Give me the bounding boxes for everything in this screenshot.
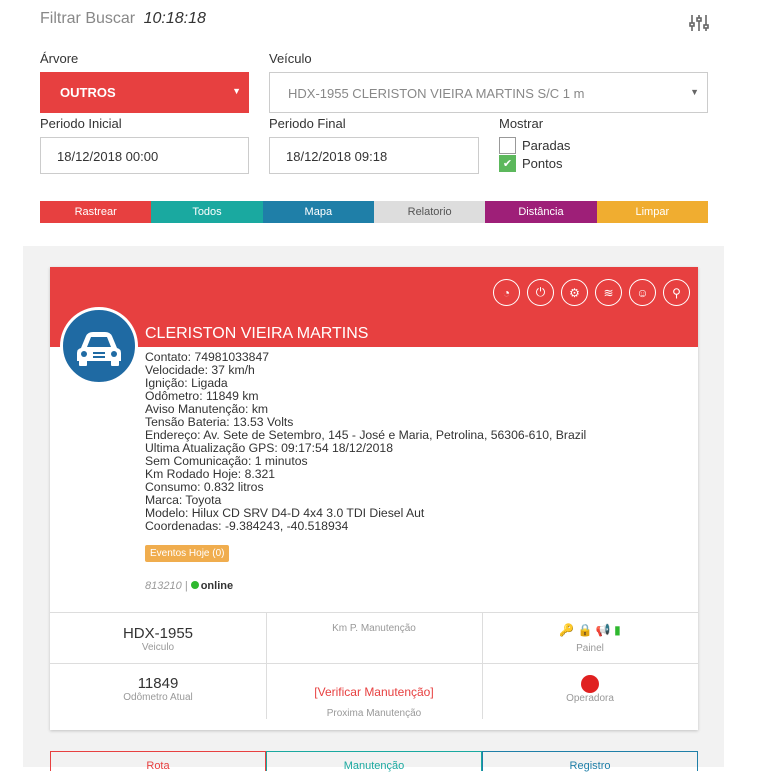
tab-registro[interactable]: Registro: [482, 751, 698, 772]
arvore-label: Árvore: [40, 51, 79, 66]
operator-cell: Operadora: [482, 675, 698, 704]
periodo-inicial-label: Periodo Inicial: [40, 116, 122, 131]
battery-icon: ▮: [614, 623, 621, 637]
tab-rota[interactable]: Rota: [50, 751, 266, 772]
veiculo-value: HDX-1955 CLERISTON VIEIRA MARTINS S/C 1 …: [288, 86, 585, 101]
periodo-inicial-input[interactable]: 18/12/2018 00:00: [40, 137, 249, 174]
divider: [266, 613, 267, 663]
dropdown-arrow-icon: ▼: [690, 87, 699, 97]
vehicle-avatar: [60, 307, 138, 385]
tab-manutencao[interactable]: Manutenção: [266, 751, 482, 772]
veiculo-label: Veículo: [269, 51, 312, 66]
limpar-button[interactable]: Limpar: [596, 201, 708, 223]
arvore-value: OUTROS: [60, 85, 116, 100]
km-label: Km P. Manutenção: [332, 623, 416, 634]
odometer-label: Odômetro Atual: [123, 692, 193, 703]
power-icon[interactable]: ⏻: [527, 279, 554, 306]
page-header: Filtrar Buscar 10:18:18: [40, 10, 206, 28]
relatorio-button[interactable]: Relatorio: [373, 201, 486, 223]
mostrar-label: Mostrar: [499, 116, 544, 131]
vehicle-card: ◔ ⏻ ⚙ ≋ ☺ ⚲ CLERISTON VIEIRA MARTINS Con…: [50, 267, 698, 730]
periodo-final-label: Periodo Final: [269, 116, 346, 131]
paradas-checkbox-row[interactable]: Paradas: [499, 137, 570, 154]
arvore-select[interactable]: OUTROS ▼: [40, 72, 249, 113]
pontos-checkbox-row[interactable]: ✔ Pontos: [499, 155, 562, 172]
odometer-value: 11849: [137, 675, 179, 692]
pontos-label: Pontos: [522, 156, 563, 171]
vehicle-details: Contato: 74981033847 Velocidade: 37 km/h…: [145, 351, 586, 533]
paradas-label: Paradas: [522, 138, 571, 153]
operator-label: Operadora: [566, 693, 614, 704]
events-badge[interactable]: Eventos Hoje (0): [145, 545, 230, 562]
device-id: 813210: [145, 580, 182, 592]
action-bar: Rastrear Todos Mapa Relatorio Distância …: [40, 201, 708, 223]
card-icons: ◔ ⏻ ⚙ ≋ ☺ ⚲: [493, 279, 690, 306]
pontos-checkbox[interactable]: ✔: [499, 155, 516, 172]
dropdown-arrow-icon: ▼: [232, 86, 241, 96]
plate-value: HDX-1955: [122, 625, 194, 642]
panel-icons: 🔑 🔒 📢 ▮: [482, 623, 698, 643]
online-dot-icon: [190, 581, 199, 589]
veiculo-select[interactable]: HDX-1955 CLERISTON VIEIRA MARTINS S/C 1 …: [269, 72, 708, 113]
device-status: 813210 | online: [145, 580, 233, 592]
car-icon: [77, 332, 121, 366]
mapa-button[interactable]: Mapa: [262, 201, 374, 223]
layers-icon[interactable]: ≋: [595, 279, 622, 306]
bottom-tabs: Rota Manutenção Registro: [50, 751, 698, 772]
sliders-icon[interactable]: [688, 12, 710, 34]
rastrear-button[interactable]: Rastrear: [40, 201, 152, 223]
status-separator: |: [184, 580, 188, 592]
maintenance-cell: [Verificar Manutenção] Proxima Manutençã…: [266, 685, 482, 719]
card-info-grid: HDX-1955 Veiculo Km P. Manutenção 🔑 🔒 📢 …: [50, 612, 698, 730]
odometer-cell: 11849 Odômetro Atual: [50, 675, 266, 703]
distancia-button[interactable]: Distância: [485, 201, 597, 223]
maintenance-label: Proxima Manutenção: [326, 708, 422, 719]
periodo-final-input[interactable]: 18/12/2018 09:18: [269, 137, 479, 174]
divider: [50, 663, 698, 664]
todos-button[interactable]: Todos: [151, 201, 263, 223]
operator-icon: [581, 675, 599, 693]
gear-icon[interactable]: ⚙: [561, 279, 588, 306]
panel-cell: 🔑 🔒 📢 ▮ Painel: [482, 623, 698, 654]
km-cell: Km P. Manutenção: [266, 623, 482, 634]
maintenance-link[interactable]: [Verificar Manutenção]: [266, 685, 482, 699]
ignition-key-icon: 🔑: [559, 623, 575, 637]
lock-icon: 🔒: [577, 623, 593, 637]
panel-label: Painel: [576, 643, 604, 654]
siren-icon: 📢: [595, 623, 611, 637]
location-pin-icon[interactable]: ⚲: [663, 279, 690, 306]
speedometer-icon[interactable]: ◔: [493, 279, 520, 306]
plate-label: Veiculo: [141, 642, 175, 653]
driver-icon[interactable]: ☺: [629, 279, 656, 306]
detail-coordenadas: Coordenadas: -9.384243, -40.518934: [145, 519, 349, 533]
header-time: 10:18:18: [143, 10, 206, 27]
header-title: Filtrar Buscar: [40, 10, 136, 27]
online-status: online: [200, 580, 234, 592]
paradas-checkbox[interactable]: [499, 137, 516, 154]
driver-name: CLERISTON VIEIRA MARTINS: [145, 325, 369, 342]
plate-cell: HDX-1955 Veiculo: [50, 625, 266, 653]
